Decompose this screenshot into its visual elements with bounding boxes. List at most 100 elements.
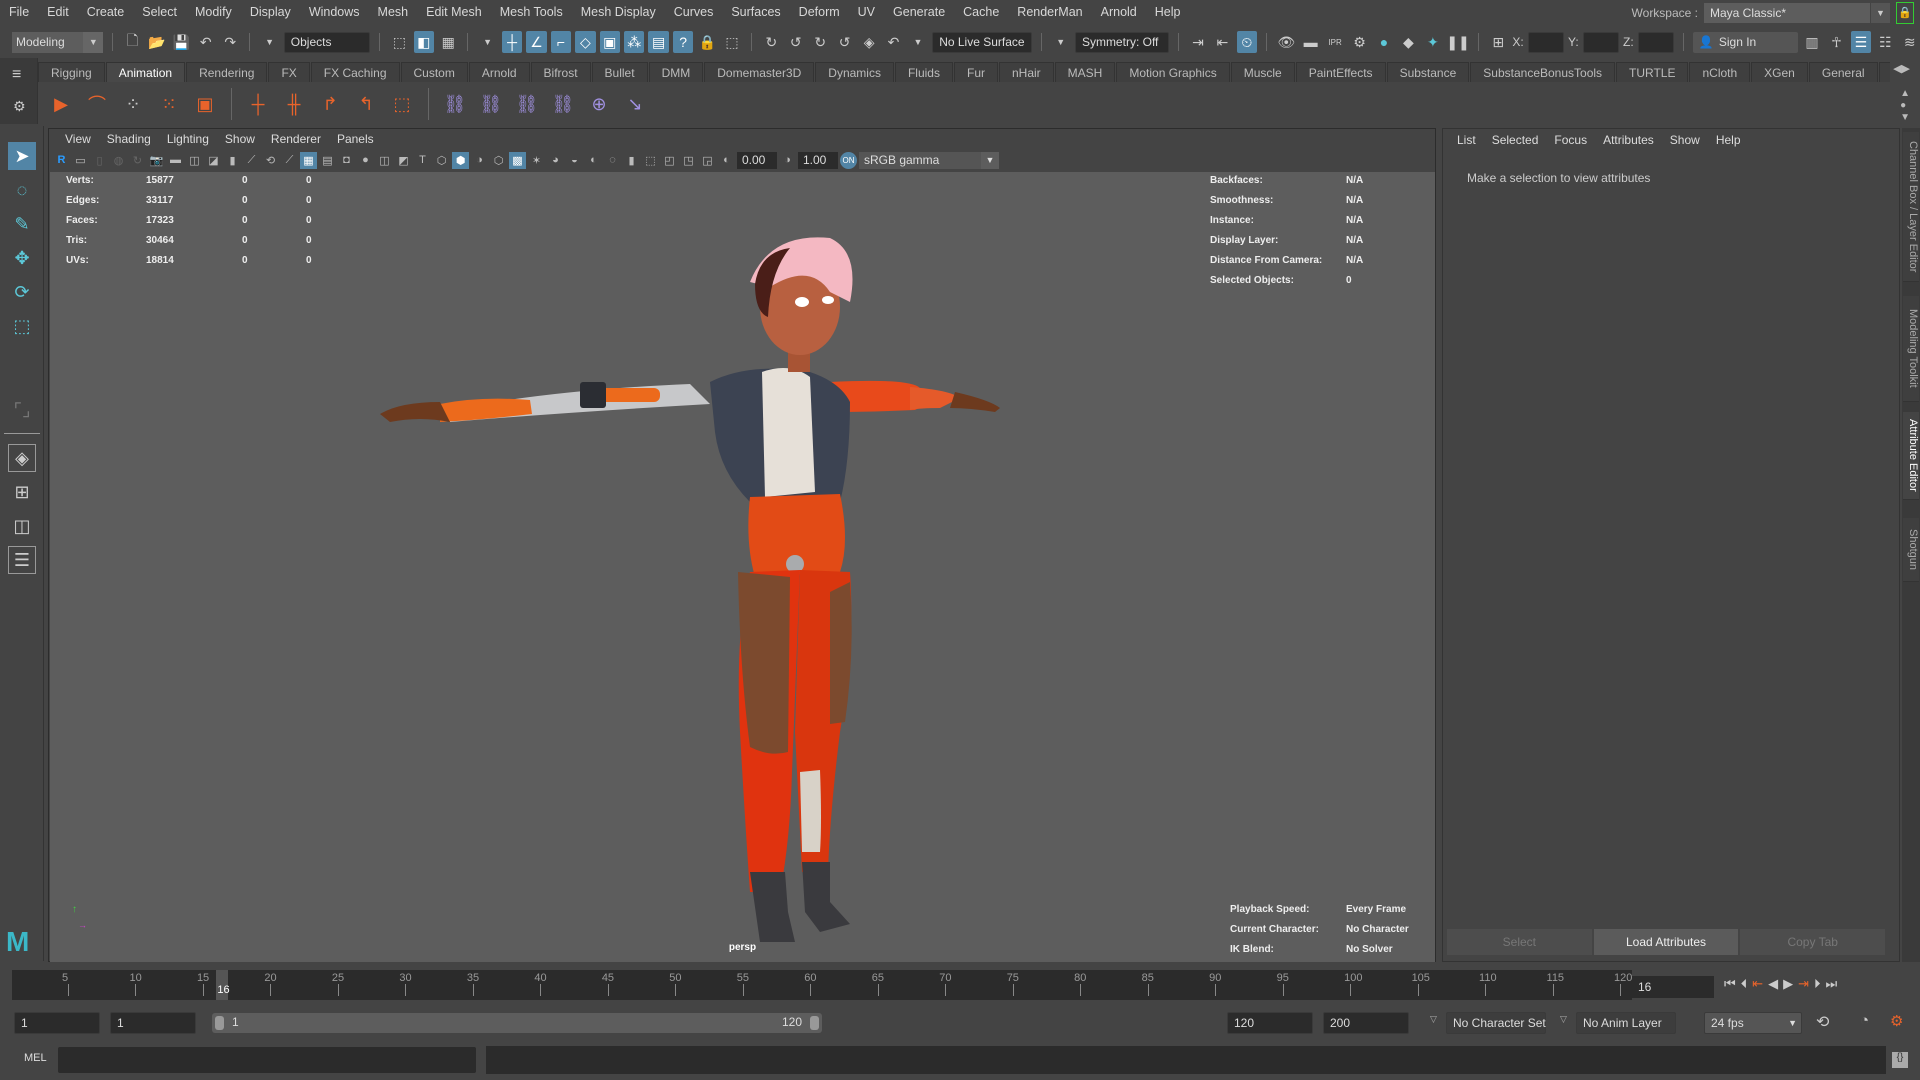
menu-curves[interactable]: Curves	[665, 0, 723, 24]
step-forward-key-icon[interactable]: ⇥	[1798, 976, 1809, 992]
snap-surface-icon[interactable]: ▣	[599, 31, 621, 53]
attr-menu-show[interactable]: Show	[1670, 133, 1700, 147]
command-input[interactable]	[58, 1047, 476, 1073]
motion-blur-icon[interactable]: ◒	[566, 152, 583, 169]
tab-modeling-toolkit[interactable]: Modeling Toolkit	[1903, 296, 1919, 402]
input-line-icon[interactable]: ⇥	[1188, 31, 1208, 53]
aim-constraint-icon[interactable]: ⊕	[584, 89, 614, 119]
modeling-toolkit-icon[interactable]: ▥	[1802, 31, 1822, 53]
resolution-gate-icon[interactable]: ◫	[186, 152, 203, 169]
panel-menu-show[interactable]: Show	[217, 132, 263, 146]
wireframe-icon[interactable]: ▦	[300, 151, 317, 169]
gate-mask-icon[interactable]: ◪	[205, 152, 222, 169]
set-breakdown-icon[interactable]: ⁙	[154, 89, 184, 119]
exposure-input[interactable]: 0.00	[737, 151, 777, 169]
orient-constraint-icon[interactable]: ⛓	[512, 89, 542, 119]
load-attributes-button[interactable]: Load Attributes	[1593, 929, 1739, 955]
menu-modify[interactable]: Modify	[186, 0, 241, 24]
lock-selection-icon[interactable]: 🔒	[697, 31, 717, 53]
grease-pencil-camera-icon[interactable]: 📷	[148, 152, 165, 169]
open-scene-icon[interactable]: 📂	[147, 31, 167, 53]
character-model[interactable]	[50, 172, 1435, 962]
attr-menu-attributes[interactable]: Attributes	[1603, 133, 1654, 147]
menu-create[interactable]: Create	[78, 0, 134, 24]
outliner-layout-icon[interactable]: ☰	[8, 546, 36, 574]
xray-icon[interactable]: ◩	[395, 152, 412, 169]
use-all-lights-icon[interactable]: ⬡	[433, 152, 450, 169]
history-icon[interactable]: ↻	[761, 31, 781, 53]
anim-layer-dropdown[interactable]: No Anim Layer	[1576, 1012, 1676, 1034]
chevron-down-icon[interactable]: ▼	[477, 31, 497, 53]
light-editor-icon[interactable]: ✦	[1423, 31, 1443, 53]
shelf-menu-icon[interactable]: ≡	[12, 66, 21, 84]
render-settings-icon[interactable]: ⚙	[1349, 31, 1369, 53]
undo-icon[interactable]: ↶	[196, 31, 216, 53]
shelf-tab-domemaster3d[interactable]: Domemaster3D	[704, 62, 815, 82]
xray-active-icon[interactable]: ⬚	[642, 152, 659, 169]
play-forwards-icon[interactable]: ▶	[1783, 976, 1793, 992]
go-to-start-icon[interactable]: ⏮	[1724, 976, 1736, 992]
scale-tool-icon[interactable]: ⬚	[8, 312, 36, 340]
step-forward-frame-icon[interactable]: ⏵	[1814, 976, 1821, 992]
shelf-tab-animation[interactable]: Animation	[105, 62, 186, 82]
attribute-editor-toggle-icon[interactable]: ☰	[1850, 31, 1872, 53]
menu-cache[interactable]: Cache	[954, 0, 1008, 24]
shelf-tab-custom[interactable]: Custom	[400, 62, 468, 82]
lights-icon[interactable]: ✶	[528, 152, 545, 169]
new-scene-icon[interactable]: 🗋	[122, 31, 142, 53]
range-end-handle[interactable]	[810, 1016, 819, 1030]
tab-channel-box-layer-editor[interactable]: Channel Box / Layer Editor	[1903, 132, 1919, 282]
current-frame-input[interactable]: 16	[1632, 976, 1714, 998]
ipr-render-icon[interactable]: IPR	[1325, 31, 1345, 53]
shelf-tab-fluids[interactable]: Fluids	[894, 62, 953, 82]
render-setup-icon[interactable]: ◆	[1398, 31, 1418, 53]
range-slider[interactable]: 1 120	[212, 1013, 822, 1033]
select-button[interactable]: Select	[1447, 929, 1592, 955]
rotate-tool-icon[interactable]: ⟳	[8, 278, 36, 306]
points-icon[interactable]: ●	[357, 152, 374, 169]
shelf-tab-fx-caching[interactable]: FX Caching	[310, 62, 400, 82]
attr-menu-focus[interactable]: Focus	[1554, 133, 1587, 147]
shelf-tab-renderman[interactable]: RenderMan 22.3	[1878, 62, 1890, 82]
chevron-down-icon[interactable]: ▼	[908, 31, 928, 53]
menu-file[interactable]: File	[0, 0, 38, 24]
shelf-tab-painteffects[interactable]: PaintEffects	[1295, 62, 1386, 82]
quick-layout-icon[interactable]: ◲	[699, 152, 716, 169]
menu-set-dropdown[interactable]: Modeling ▼	[12, 31, 104, 53]
menu-arnold[interactable]: Arnold	[1092, 0, 1146, 24]
character-set-menu-icon[interactable]: ▽	[1430, 1014, 1437, 1025]
panel-menu-panels[interactable]: Panels	[329, 132, 382, 146]
animation-start-input[interactable]: 1	[14, 1012, 100, 1034]
move-tool-icon[interactable]: ✥	[8, 244, 36, 272]
go-to-end-icon[interactable]: ⏭	[1826, 976, 1838, 992]
selection-mask-field[interactable]: Objects	[283, 31, 371, 53]
shelf-tab-dmm[interactable]: DMM	[648, 62, 704, 82]
chevron-down-icon[interactable]: ▼	[259, 31, 279, 53]
animation-end-input[interactable]: 200	[1323, 1012, 1409, 1034]
sign-in-button[interactable]: 👤 Sign In	[1692, 31, 1798, 53]
auto-key-icon[interactable]: ◔	[1860, 1012, 1869, 1029]
pause-viewport-icon[interactable]: ❚❚	[1446, 31, 1469, 53]
shelf-tab-rigging[interactable]: Rigging	[38, 62, 105, 82]
menu-renderman[interactable]: RenderMan	[1008, 0, 1091, 24]
render-current-frame-icon[interactable]: ▬	[1300, 31, 1320, 53]
snap-view-plane-icon[interactable]: ◇	[575, 31, 596, 53]
construction-history-icon[interactable]: ↺	[834, 31, 854, 53]
shelf-tab-xgen[interactable]: XGen	[1751, 62, 1808, 82]
3d-viewport[interactable]: Verts: 15877 0 0 Edges: 33117 0 0 Faces: 17323 0…	[50, 172, 1435, 962]
wireframe-on-shaded-icon[interactable]: ⬡	[490, 152, 507, 169]
shelf-tab-muscle[interactable]: Muscle	[1230, 62, 1295, 82]
chevron-down-icon[interactable]: ▼	[1051, 31, 1071, 53]
isolate-select-icon[interactable]: ▮	[623, 152, 640, 169]
two-d-pan-zoom-icon[interactable]: ↻	[129, 152, 146, 169]
animation-preferences-icon[interactable]: ⚙	[1890, 1012, 1903, 1030]
make-live-icon[interactable]: ◈	[859, 31, 879, 53]
gamma-icon[interactable]: ◑	[779, 152, 796, 169]
menu-generate[interactable]: Generate	[884, 0, 954, 24]
render-view-icon[interactable]: 👁	[1276, 31, 1296, 53]
shelf-tab-general[interactable]: General	[1808, 62, 1878, 82]
menu-mesh-display[interactable]: Mesh Display	[572, 0, 665, 24]
shelf-tab-arnold[interactable]: Arnold	[468, 62, 530, 82]
absolute-transform-icon[interactable]: ⊞	[1488, 31, 1508, 53]
menu-deform[interactable]: Deform	[790, 0, 849, 24]
